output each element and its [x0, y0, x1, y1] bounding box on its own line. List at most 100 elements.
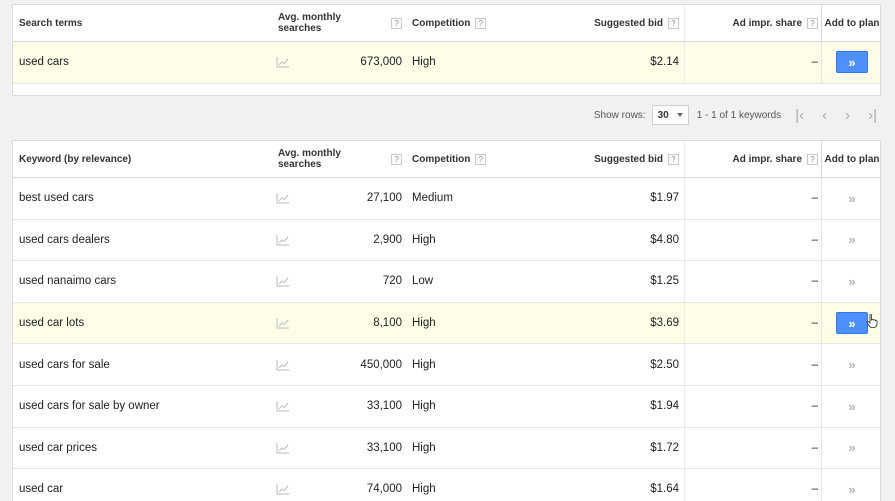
suggested-bid-cell: $1.72 — [650, 441, 679, 454]
search-terms-header: Search terms Avg. monthly searches? Comp… — [13, 5, 880, 42]
keyword-cell: used car prices — [19, 441, 97, 454]
chevron-down-icon — [676, 113, 683, 117]
help-icon[interactable]: ? — [391, 153, 402, 165]
header-competition[interactable]: Competition? — [412, 141, 532, 177]
table-row[interactable]: used cars for sale 450,000 High $2.50 – » — [13, 344, 880, 386]
hand-cursor-icon — [866, 314, 878, 328]
competition-cell: High — [412, 233, 436, 246]
add-to-plan-cell: » — [821, 219, 882, 261]
add-to-plan-cell: » — [821, 178, 882, 219]
avg-searches-cell: 27,100 — [366, 192, 402, 205]
add-to-plan-button[interactable]: » — [836, 312, 868, 335]
header-competition[interactable]: Competition? — [412, 5, 532, 41]
table-row[interactable]: used car prices 33,100 High $1.72 – » — [13, 427, 882, 470]
add-to-plan-cell: » — [821, 42, 882, 83]
competition-cell: High — [412, 56, 436, 69]
keyword-cell: used nanaimo cars — [19, 275, 117, 288]
keyword-ideas-header: Keyword (by relevance) Avg. monthly sear… — [13, 141, 880, 178]
competition-cell: High — [412, 317, 436, 330]
add-to-plan-cell: » — [821, 427, 882, 469]
add-to-plan-cell: » — [821, 344, 882, 385]
keyword-cell: used cars dealers — [19, 233, 110, 246]
pagination-bar: Show rows: 30 1 - 1 of 1 keywords |‹ ‹ ›… — [12, 96, 881, 134]
avg-searches-cell: 450,000 — [360, 358, 402, 371]
competition-cell: High — [412, 441, 436, 454]
keyword-rows: best used cars 27,100 Medium $1.97–» used ca… — [13, 178, 880, 501]
first-page-icon[interactable]: |‹ — [795, 107, 804, 124]
previous-page-icon[interactable]: ‹ — [822, 107, 827, 124]
table-row[interactable]: best used cars 27,100 Medium $1.97 – » — [13, 178, 880, 220]
rows-per-page-select[interactable]: 30 — [651, 105, 689, 125]
help-icon[interactable]: ? — [807, 153, 818, 165]
help-icon[interactable]: ? — [668, 17, 679, 29]
table-row[interactable]: used cars dealers 2,900 High $4.80 – » — [13, 219, 882, 262]
impr-share-cell: – — [811, 317, 818, 330]
suggested-bid-cell: $1.64 — [650, 483, 679, 496]
avg-searches-cell: 673,000 — [360, 56, 402, 69]
header-ad-impr-share[interactable]: Ad impr. share? — [685, 5, 818, 41]
table-row[interactable]: used car 74,000 High $1.64 – » — [13, 469, 880, 501]
add-to-plan-button[interactable]: » — [848, 191, 855, 206]
impr-share-cell: – — [811, 441, 818, 454]
page-range: 1 - 1 of 1 keywords — [696, 109, 782, 121]
impr-share-cell: – — [811, 56, 818, 69]
competition-cell: Medium — [412, 192, 453, 205]
header-avg-monthly-searches[interactable]: Avg. monthly searches? — [278, 5, 402, 41]
next-page-icon[interactable]: › — [845, 107, 850, 124]
keyword-cell: used cars — [19, 56, 69, 69]
add-to-plan-button[interactable]: » — [848, 357, 855, 372]
help-icon[interactable]: ? — [475, 153, 487, 165]
suggested-bid-cell: $2.14 — [650, 56, 679, 69]
header-suggested-bid[interactable]: Suggested bid? — [533, 141, 679, 177]
help-icon[interactable]: ? — [807, 17, 818, 29]
help-icon[interactable]: ? — [475, 17, 487, 29]
header-add-to-plan: Add to plan — [821, 5, 882, 41]
suggested-bid-cell: $2.50 — [650, 358, 679, 371]
impr-share-cell: – — [811, 400, 818, 413]
impr-share-cell: – — [811, 233, 818, 246]
add-to-plan-button[interactable]: » — [836, 51, 868, 74]
impr-share-cell: – — [811, 192, 818, 205]
suggested-bid-cell: $1.25 — [650, 275, 679, 288]
avg-searches-cell: 74,000 — [366, 483, 402, 496]
header-avg-monthly-searches[interactable]: Avg. monthly searches? — [278, 141, 402, 177]
add-to-plan-cell: » — [821, 385, 882, 427]
add-to-plan-button[interactable]: » — [848, 274, 855, 289]
avg-searches-cell: 8,100 — [373, 317, 402, 330]
keyword-cell: best used cars — [19, 192, 94, 205]
header-ad-impr-share[interactable]: Ad impr. share? — [685, 141, 818, 177]
add-to-plan-cell: » — [821, 261, 882, 302]
avg-searches-cell: 720 — [382, 275, 402, 288]
show-rows-label: Show rows: — [593, 109, 646, 121]
impr-share-cell: – — [811, 275, 818, 288]
table-row[interactable]: used cars 673,000 High $2.14 – » — [13, 42, 880, 84]
avg-searches-cell: 33,100 — [366, 400, 402, 413]
help-icon[interactable]: ? — [391, 17, 402, 29]
keyword-cell: used cars for sale by owner — [19, 400, 160, 413]
impr-share-cell: – — [811, 483, 818, 496]
competition-cell: High — [412, 358, 436, 371]
add-to-plan-button[interactable]: » — [848, 440, 855, 455]
avg-searches-cell: 2,900 — [373, 233, 402, 246]
add-to-plan-cell: » — [821, 469, 882, 501]
suggested-bid-cell: $4.80 — [650, 233, 679, 246]
header-keyword-by-relevance[interactable]: Keyword (by relevance) — [19, 141, 269, 177]
keyword-cell: used cars for sale — [19, 358, 110, 371]
add-to-plan-button[interactable]: » — [848, 482, 855, 497]
competition-cell: High — [412, 400, 436, 413]
keyword-cell: used car — [19, 483, 64, 496]
competition-cell: Low — [412, 275, 434, 288]
suggested-bid-cell: $3.69 — [650, 317, 679, 330]
last-page-icon[interactable]: ›| — [868, 107, 877, 124]
header-search-terms: Search terms — [19, 17, 83, 29]
help-icon[interactable]: ? — [668, 153, 679, 165]
header-suggested-bid[interactable]: Suggested bid? — [533, 5, 679, 41]
table-row[interactable]: used cars for sale by owner 33,100 High $1.… — [13, 385, 882, 428]
avg-searches-cell: 33,100 — [366, 441, 402, 454]
suggested-bid-cell: $1.97 — [650, 192, 679, 205]
table-row[interactable]: used car lots 8,100 High $3.69 – » — [13, 302, 880, 345]
add-to-plan-button[interactable]: » — [848, 399, 855, 414]
header-add-to-plan: Add to plan — [821, 141, 882, 177]
table-row[interactable]: used nanaimo cars 720 Low $1.25 – » — [13, 261, 880, 303]
add-to-plan-button[interactable]: » — [848, 232, 855, 247]
